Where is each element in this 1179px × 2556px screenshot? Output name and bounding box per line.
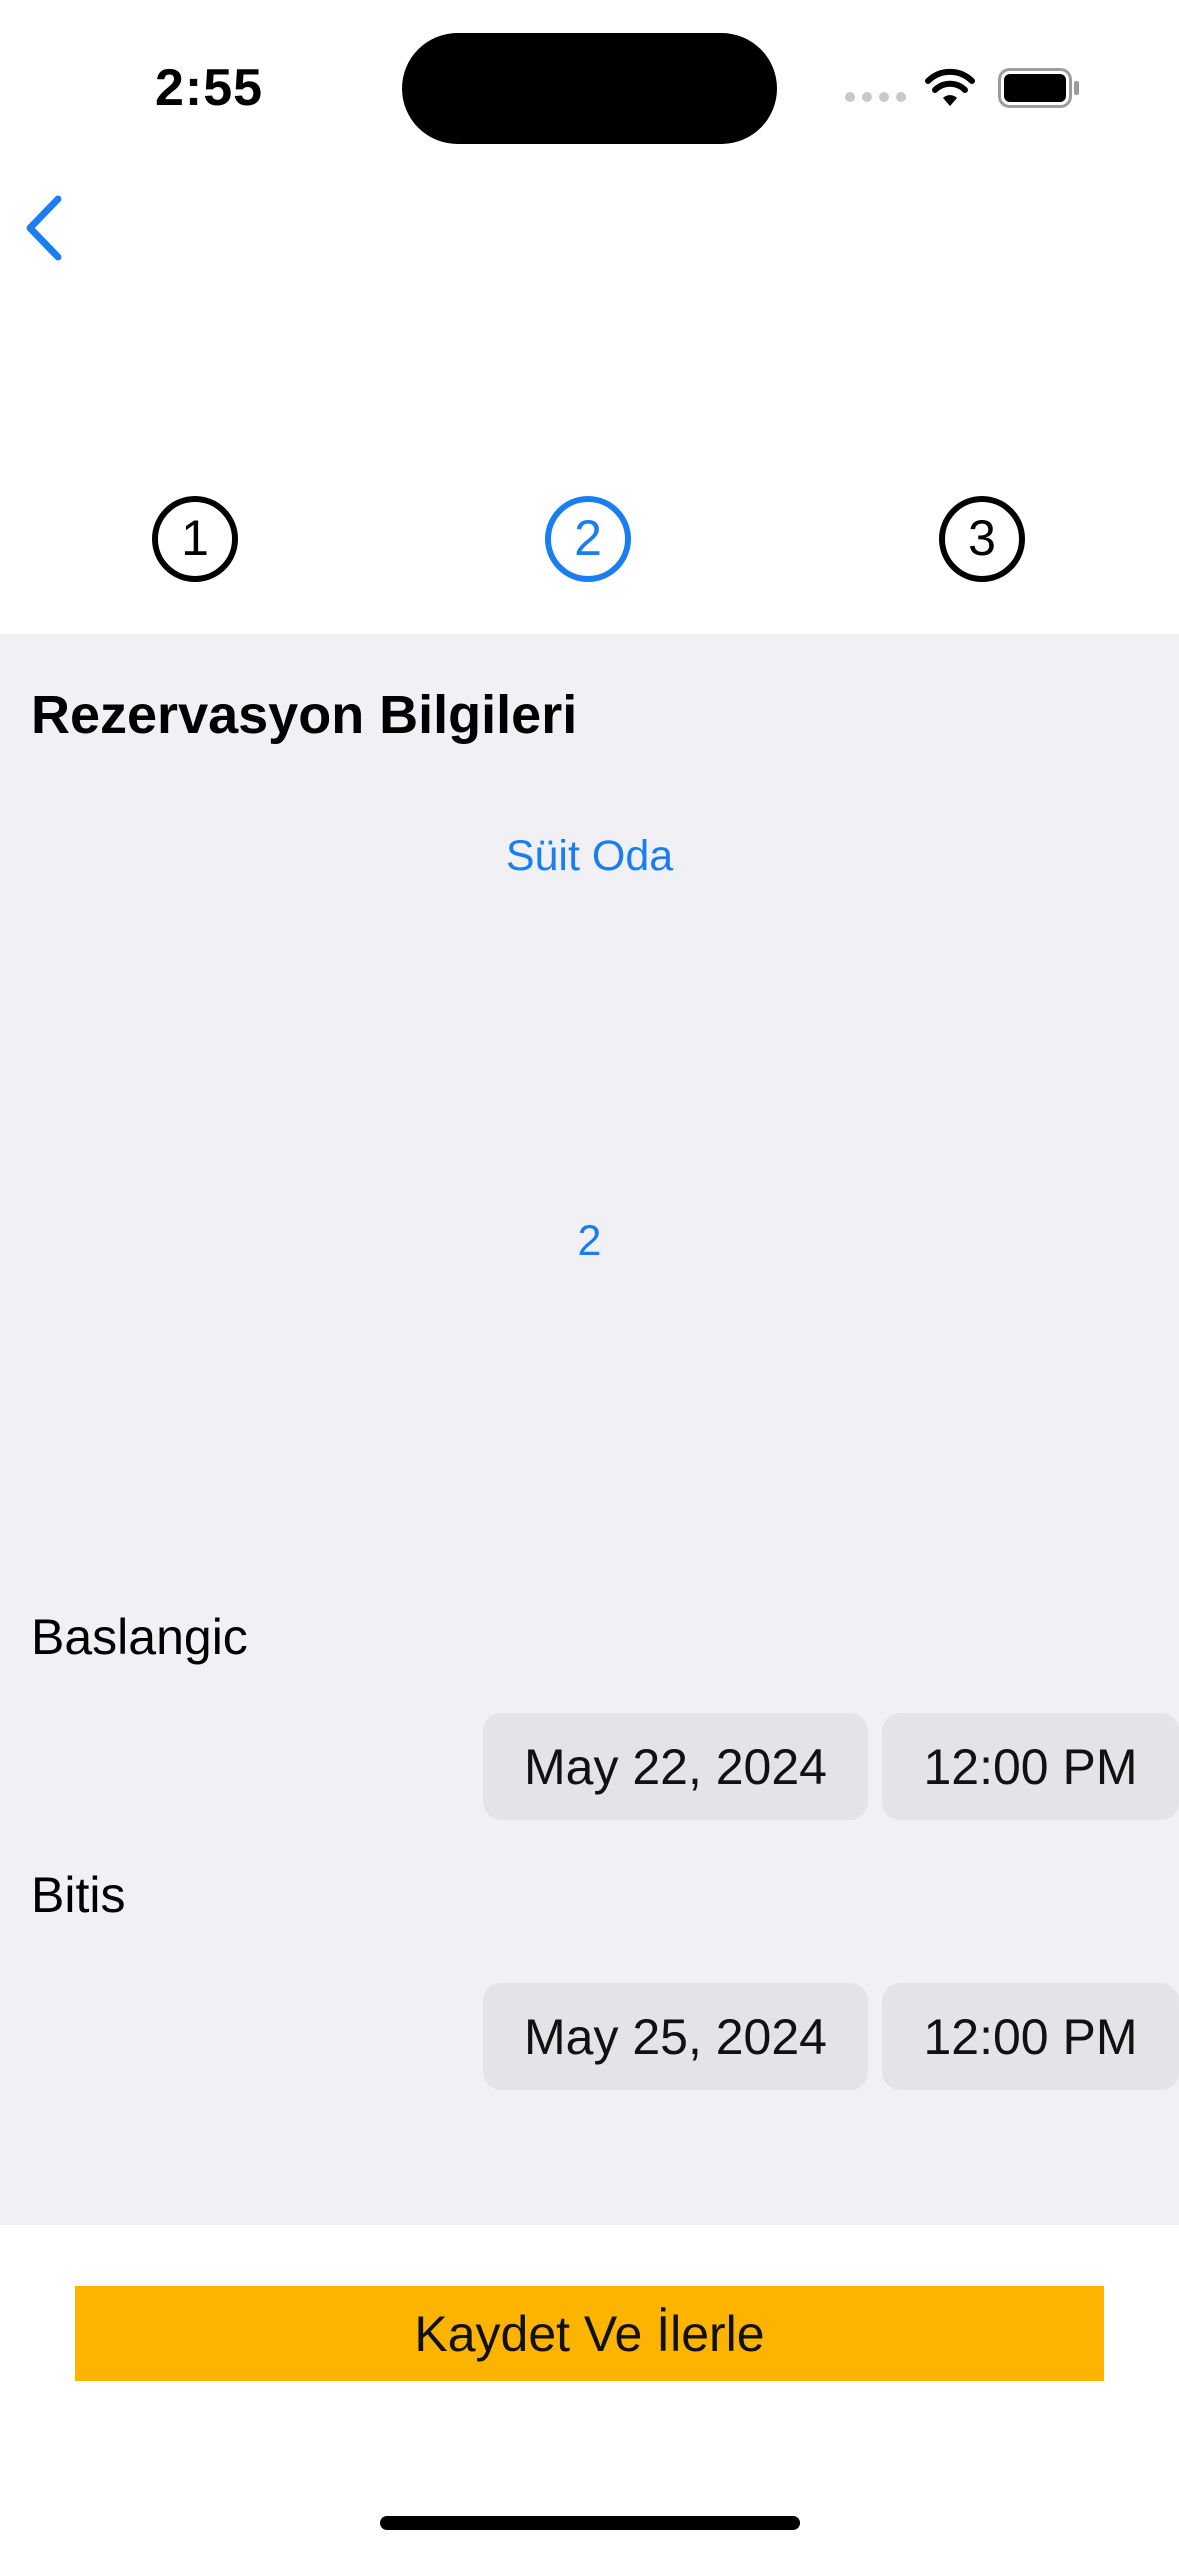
wifi-icon <box>925 68 975 106</box>
save-and-continue-button[interactable]: Kaydet Ve İlerle <box>75 2286 1104 2381</box>
cellular-signal-icon <box>845 92 906 102</box>
guest-count-picker[interactable]: 2 <box>0 1217 1179 1266</box>
section-title: Rezervasyon Bilgileri <box>31 685 578 745</box>
start-label: Baslangic <box>31 1609 248 1665</box>
end-label: Bitis <box>31 1867 126 1923</box>
step-3-number: 3 <box>968 510 996 566</box>
end-time-picker[interactable]: 12:00 PM <box>882 1983 1179 2090</box>
step-3[interactable]: 3 <box>938 495 1026 583</box>
step-2[interactable]: 2 <box>544 495 632 583</box>
step-1-number: 1 <box>181 510 209 566</box>
start-date-picker[interactable]: May 22, 2024 <box>483 1713 868 1820</box>
step-2-number: 2 <box>574 510 602 566</box>
end-date-picker[interactable]: May 25, 2024 <box>483 1983 868 2090</box>
home-indicator[interactable] <box>380 2516 800 2530</box>
chevron-left-icon <box>26 195 62 261</box>
battery-icon <box>998 68 1079 108</box>
back-button[interactable] <box>22 193 66 263</box>
dynamic-island <box>402 33 777 144</box>
status-time: 2:55 <box>155 59 264 117</box>
step-1[interactable]: 1 <box>151 495 239 583</box>
room-type-picker[interactable]: Süit Oda <box>0 832 1179 881</box>
start-time-picker[interactable]: 12:00 PM <box>882 1713 1179 1820</box>
